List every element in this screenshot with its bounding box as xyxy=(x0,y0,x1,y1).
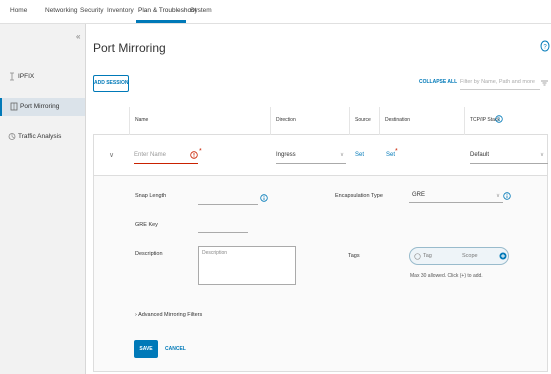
column-separator xyxy=(379,107,380,135)
tags-help-text: Max 30 allowed. Click (+) to add. xyxy=(410,273,483,279)
traffic-analysis-icon xyxy=(8,133,16,140)
description-textarea[interactable]: Description xyxy=(198,246,296,285)
column-separator xyxy=(349,107,350,135)
sidebar-item-label: Port Mirroring xyxy=(20,103,60,110)
cancel-button[interactable]: CANCEL xyxy=(165,346,186,352)
filter-input[interactable]: Filter by Name, Path and more xyxy=(460,76,540,90)
ipfix-icon xyxy=(10,72,14,81)
advanced-mirroring-filters-toggle[interactable]: › Advanced Mirroring Filters xyxy=(135,312,202,318)
gre-key-label: GRE Key xyxy=(135,222,158,228)
save-button[interactable]: SAVE xyxy=(134,340,158,358)
gre-key-input[interactable] xyxy=(198,232,248,233)
sidebar-item-traffic-analysis[interactable]: Traffic Analysis xyxy=(0,128,85,146)
scope-input[interactable]: Scope xyxy=(462,253,478,259)
add-session-button[interactable]: ADD SESSION xyxy=(93,75,129,92)
sidebar: « IPFIX Port Mirroring Traffic Analysis xyxy=(0,24,86,374)
sidebar-item-label: Traffic Analysis xyxy=(18,133,62,140)
tags-label: Tags xyxy=(348,253,360,259)
top-navigation: Home Networking Security Inventory Plan … xyxy=(0,0,551,24)
tag-input[interactable]: Tag xyxy=(423,253,432,259)
stack-info-icon[interactable] xyxy=(495,115,503,123)
advanced-mirroring-filters-label: Advanced Mirroring Filters xyxy=(138,312,203,318)
encapsulation-info-icon[interactable] xyxy=(503,192,511,200)
page-title: Port Mirroring xyxy=(93,41,166,55)
encapsulation-type-label: Encapsulation Type xyxy=(335,193,383,199)
active-tab-indicator xyxy=(136,20,186,23)
required-mark: * xyxy=(395,148,398,155)
column-header-source: Source xyxy=(355,117,371,123)
column-separator xyxy=(270,107,271,135)
snap-length-label: Snap Length xyxy=(135,193,167,199)
tab-system[interactable]: System xyxy=(190,7,212,14)
source-set-link[interactable]: Set xyxy=(355,152,364,158)
column-header-destination: Destination xyxy=(385,117,411,123)
tab-plan-troubleshoot[interactable]: Plan & Troubleshoot xyxy=(138,7,197,14)
column-header-name: Name xyxy=(135,117,149,123)
tab-security[interactable]: Security xyxy=(80,7,103,14)
sidebar-item-label: IPFIX xyxy=(18,73,35,80)
collapse-all-link[interactable]: COLLAPSE ALL xyxy=(419,79,457,85)
port-mirroring-icon xyxy=(10,102,18,111)
add-tag-icon[interactable] xyxy=(499,252,507,260)
name-input[interactable]: Enter Name xyxy=(134,149,198,164)
snap-length-info-icon[interactable] xyxy=(260,194,268,202)
help-icon[interactable]: ? xyxy=(540,40,550,52)
snap-length-input[interactable] xyxy=(198,204,258,205)
collapse-sidebar-icon[interactable]: « xyxy=(76,32,80,41)
tcpip-stack-select[interactable]: Default xyxy=(470,149,548,164)
destination-set-link[interactable]: Set xyxy=(386,152,395,158)
tag-icon xyxy=(414,253,421,260)
chevron-down-icon: ∨ xyxy=(496,193,501,199)
column-header-direction: Direction xyxy=(276,117,296,123)
tab-home[interactable]: Home xyxy=(10,7,27,14)
column-separator xyxy=(464,107,465,135)
chevron-down-icon: ∨ xyxy=(340,152,345,158)
tags-input-group: Tag Scope xyxy=(409,247,509,265)
sidebar-item-ipfix[interactable]: IPFIX xyxy=(0,68,85,86)
description-label: Description xyxy=(135,251,163,257)
sidebar-item-port-mirroring[interactable]: Port Mirroring xyxy=(0,98,85,116)
tab-inventory[interactable]: Inventory xyxy=(107,7,134,14)
row-expand-chevron-icon[interactable]: ∨ xyxy=(109,151,114,159)
column-separator xyxy=(129,107,130,135)
required-mark: * xyxy=(199,148,202,155)
chevron-down-icon: ∨ xyxy=(540,152,545,158)
direction-select[interactable]: Ingress xyxy=(276,149,346,164)
svg-text:?: ? xyxy=(543,45,547,51)
filter-icon[interactable] xyxy=(541,80,548,86)
tab-networking[interactable]: Networking xyxy=(45,7,78,14)
encapsulation-type-select[interactable]: GRE xyxy=(409,190,503,203)
error-icon xyxy=(190,151,198,159)
